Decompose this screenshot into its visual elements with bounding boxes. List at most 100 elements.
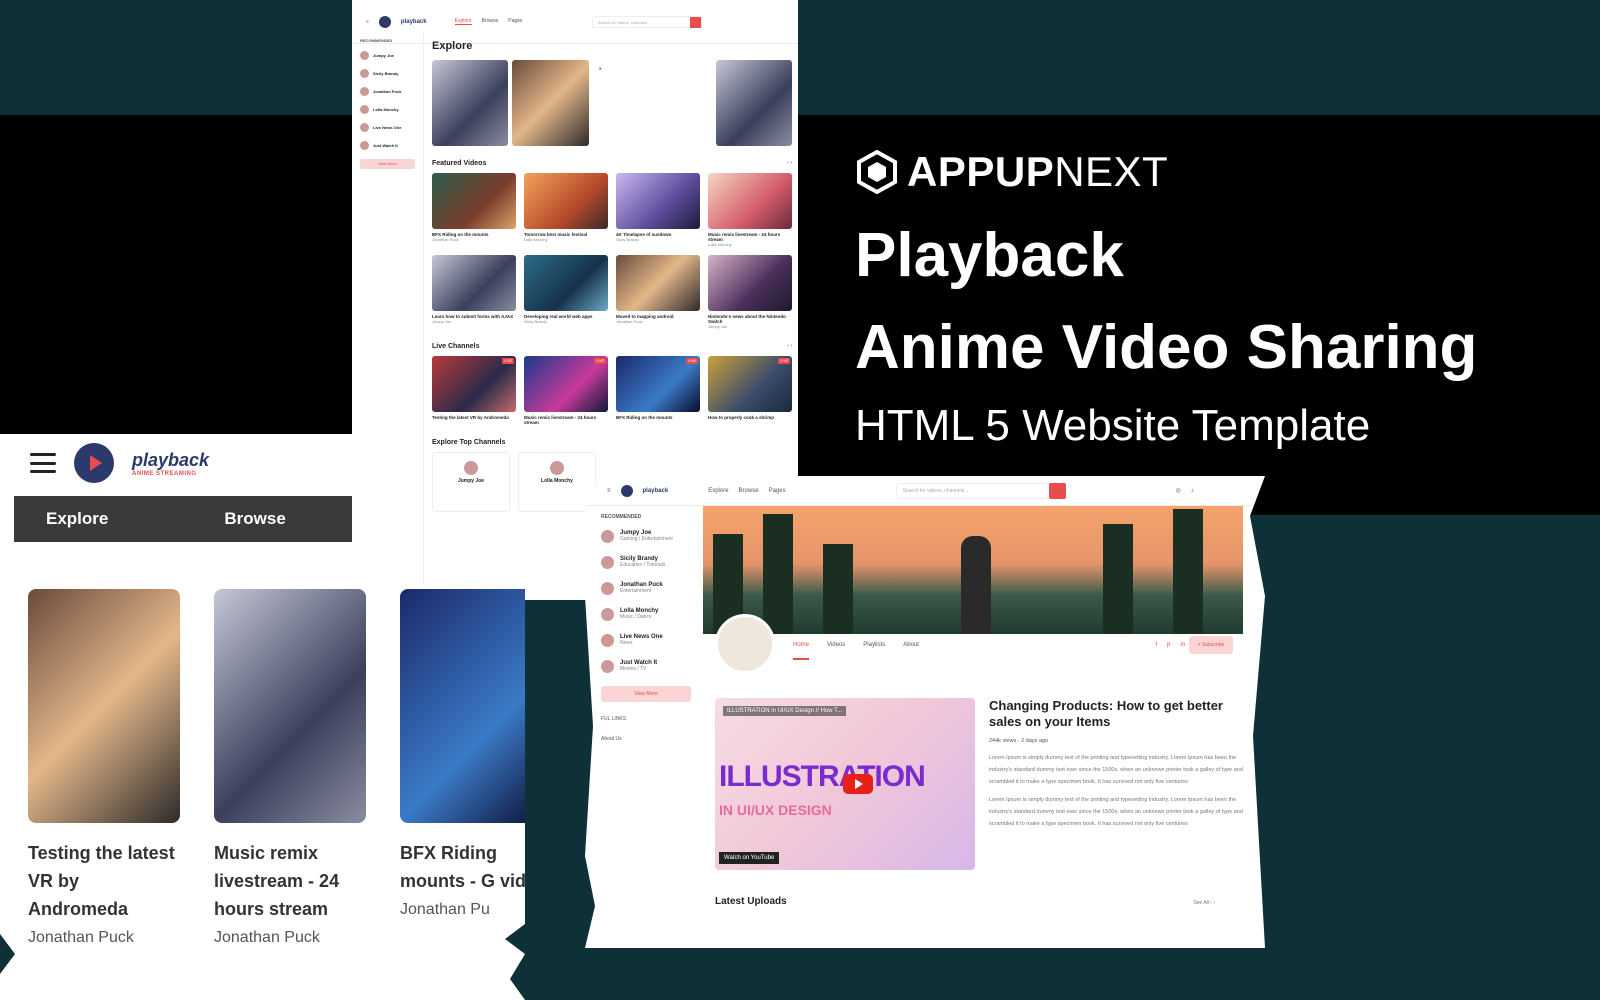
featured-video-player[interactable]: ILLUSTRATION in UI/UX Design // How T...… (715, 698, 975, 870)
watch-on-youtube-button[interactable]: Watch on YouTube (719, 852, 780, 864)
video-title[interactable]: Testing the latest VR by Andromeda (28, 839, 180, 923)
video-card[interactable]: BFX Riding mounts - G video Jonathan Pu (400, 589, 525, 947)
sidebar-item[interactable]: Jumpy Joe Gaming / Entertainment (601, 530, 701, 543)
avatar (360, 141, 369, 150)
sidebar-item[interactable]: Jonathan Puck (360, 87, 415, 96)
tab-videos[interactable]: Videos (827, 642, 845, 660)
settings-icon[interactable]: ◎ (1176, 487, 1181, 494)
video-card[interactable]: Music remix livestream - 24 hours stream… (214, 589, 366, 947)
menu-icon[interactable]: ≡ (366, 19, 369, 25)
video-card[interactable]: Nintendo's news about the Nintendo Switc… (708, 255, 792, 329)
live-card[interactable]: LIVE Music remix livestream - 24 hours st… (524, 356, 608, 425)
facebook-icon[interactable]: f (1155, 642, 1157, 648)
video-thumbnail[interactable] (708, 255, 792, 311)
nav-browse[interactable]: Browse (739, 488, 759, 494)
search-input[interactable]: Search for videos, channels... (895, 482, 1066, 499)
sidebar-item[interactable]: Sicily Brandy (360, 69, 415, 78)
sidebar-item[interactable]: Sicily Brandy Education / Tutorials (601, 556, 701, 569)
bell-icon[interactable]: ♪ (1191, 488, 1194, 494)
video-card[interactable]: BFX Riding on the mounts Jonathan Puck (432, 173, 516, 247)
video-thumbnail[interactable] (616, 255, 700, 311)
video-card[interactable]: Moved to mapping android Jonathan Puck (616, 255, 700, 329)
search-input[interactable]: Search for videos, channels... (592, 15, 703, 28)
avatar (360, 87, 369, 96)
nav-explore[interactable]: Explore (46, 509, 108, 529)
video-thumbnail[interactable] (524, 173, 608, 229)
video-thumbnail[interactable] (616, 173, 700, 229)
sidebar-item[interactable]: Lolla Monchy Music / Dance (601, 608, 701, 621)
video-card[interactable]: Learn how to submit forms with AJAX Jumpy… (432, 255, 516, 329)
tab-home[interactable]: Home (793, 642, 810, 660)
live-video-title[interactable]: BFX Riding on the mounts (616, 415, 700, 420)
promo-title: Playback (855, 221, 1124, 290)
sidebar-item[interactable]: Jonathan Puck Entertainment (601, 582, 701, 595)
live-thumbnail[interactable]: LIVE (616, 356, 700, 412)
nav-explore[interactable]: Explore (708, 488, 728, 494)
video-card[interactable]: Music remix livestream - 24 hours stream… (708, 173, 792, 247)
nav-browse[interactable]: Browse (224, 509, 285, 529)
video-title[interactable]: Nintendo's news about the Nintendo Switc… (708, 314, 792, 324)
view-more-button[interactable]: View More (601, 686, 691, 702)
live-card[interactable]: LIVE How to properly cook a shrimp (708, 356, 792, 425)
nav-explore[interactable]: Explore (454, 18, 472, 25)
video-thumbnail[interactable] (432, 255, 516, 311)
live-card[interactable]: LIVE BFX Riding on the mounts (616, 356, 700, 425)
play-button-icon[interactable] (843, 774, 873, 794)
tab-playlists[interactable]: Playlists (863, 642, 885, 660)
hero-slide[interactable] (432, 60, 509, 146)
video-author: Jonathan Puck (214, 929, 320, 946)
video-thumbnail[interactable] (708, 173, 792, 229)
video-thumbnail[interactable] (214, 589, 366, 823)
hero-slide[interactable] (715, 60, 792, 146)
sidebar-item[interactable]: Just Watch It (360, 141, 415, 150)
channel-card[interactable]: Jumpy Joe (432, 452, 510, 512)
carousel-arrows[interactable]: ‹ › (787, 343, 792, 350)
live-video-title[interactable]: Music remix livestream - 24 hours stream (524, 415, 608, 425)
nav-browse[interactable]: Browse (482, 18, 499, 25)
nav-pages[interactable]: Pages (769, 488, 786, 494)
sidebar-item[interactable]: Just Watch It Movies / TV (601, 660, 701, 673)
search-icon[interactable] (690, 16, 702, 28)
sidebar-item[interactable]: Jumpy Joe (360, 51, 415, 60)
see-all-label: See All (1193, 900, 1209, 906)
sidebar: RECOMMENDED Jumpy Joe Sicily Brandy Jona… (352, 30, 424, 600)
live-thumbnail[interactable]: LIVE (708, 356, 792, 412)
video-card[interactable]: Testing the latest VR by Andromeda Jonath… (28, 589, 180, 947)
sidebar-item[interactable]: Live News One (360, 123, 415, 132)
tab-about[interactable]: About (903, 642, 919, 660)
about-us-link[interactable]: About Us (601, 736, 701, 742)
video-overlay-subtitle: IN UI/UX DESIGN (719, 802, 832, 818)
video-title[interactable]: Music remix livestream - 24 hours stream (708, 232, 792, 242)
video-card[interactable]: Developing real world web apps Sicily Bra… (524, 255, 608, 329)
view-more-button[interactable]: View More (360, 159, 415, 169)
subscribe-button[interactable]: + Subscribe (1189, 636, 1233, 654)
see-all-link[interactable]: See All ‹ › (1193, 900, 1215, 906)
sidebar-item[interactable]: Lolla Monchy (360, 105, 415, 114)
video-thumbnail[interactable] (400, 589, 525, 823)
menu-icon[interactable]: ≡ (607, 488, 611, 494)
video-thumbnail[interactable] (432, 173, 516, 229)
video-author: Jumpy Joe (432, 319, 452, 324)
video-card[interactable]: Tomorrow best music festival Lolla Monchy (524, 173, 608, 247)
video-thumbnail[interactable] (524, 255, 608, 311)
hero-card[interactable]: ● (592, 60, 712, 146)
video-title[interactable]: Music remix livestream - 24 hours stream (214, 839, 366, 923)
carousel-arrows[interactable]: ‹ › (787, 160, 792, 167)
instagram-icon[interactable]: in (1180, 642, 1185, 648)
video-title[interactable]: BFX Riding mounts - G video (400, 839, 525, 895)
hamburger-menu-icon[interactable] (30, 453, 56, 473)
hero-slide[interactable] (512, 60, 589, 146)
video-card[interactable]: 4K Timelapse of sundown Sicily Brandy (616, 173, 700, 247)
pinterest-icon[interactable]: p (1167, 642, 1170, 648)
sidebar-item[interactable]: Live News One News (601, 634, 701, 647)
channel-card[interactable]: Lolla Monchy (518, 452, 596, 512)
nav-pages[interactable]: Pages (508, 18, 522, 25)
live-thumbnail[interactable]: LIVE (524, 356, 608, 412)
channel-name: Jumpy Joe (457, 478, 485, 484)
live-card[interactable]: LIVE Testing the latest VR by Andromeda (432, 356, 516, 425)
video-thumbnail[interactable] (28, 589, 180, 823)
live-video-title[interactable]: How to properly cook a shrimp (708, 415, 792, 420)
search-icon[interactable] (1048, 482, 1066, 499)
live-thumbnail[interactable]: LIVE (432, 356, 516, 412)
live-video-title[interactable]: Testing the latest VR by Andromeda (432, 415, 516, 420)
